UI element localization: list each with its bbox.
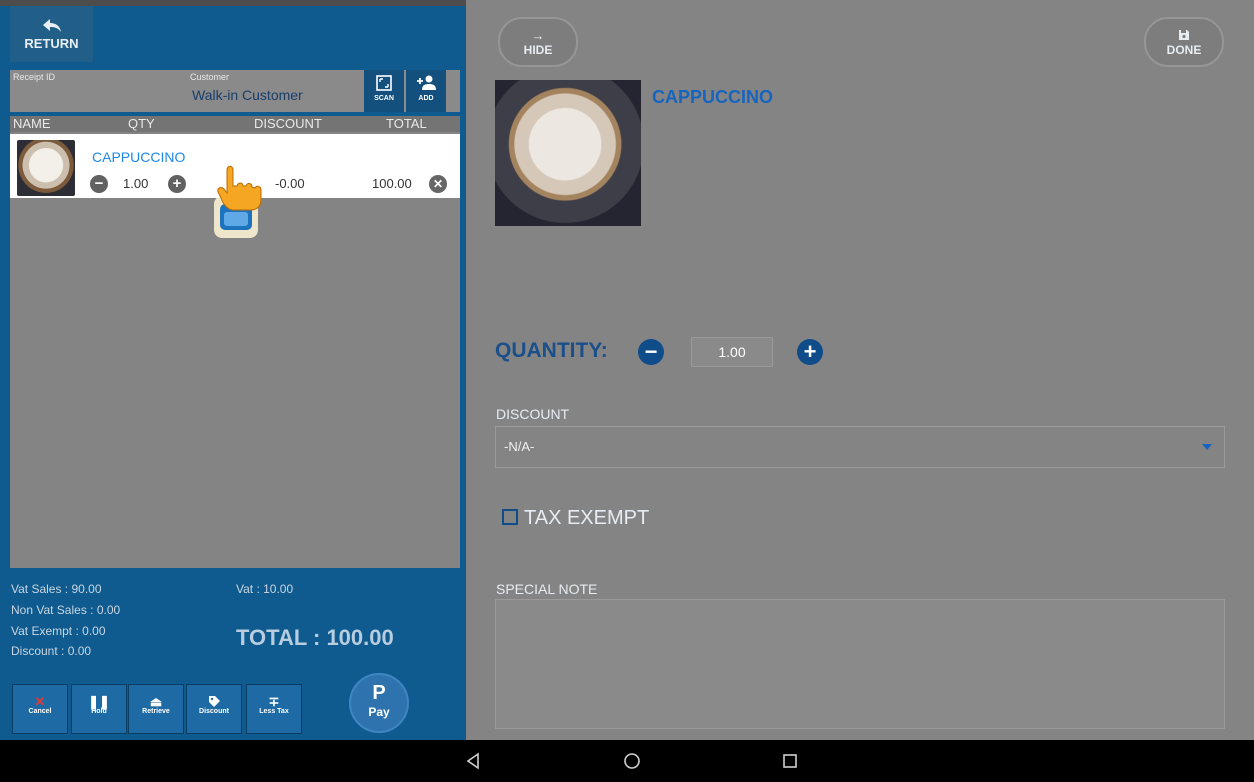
- scan-button[interactable]: SCAN: [364, 70, 404, 112]
- column-qty: QTY: [128, 116, 155, 131]
- arrow-back-icon: [42, 19, 61, 32]
- return-button[interactable]: RETURN: [10, 6, 93, 62]
- grand-total: TOTAL : 100.00: [236, 625, 394, 650]
- cancel-button[interactable]: ✕ Cancel: [12, 684, 68, 734]
- cancel-label: Cancel: [28, 708, 52, 715]
- totals-summary: Vat Sales : 90.00 Non Vat Sales : 0.00 V…: [0, 575, 466, 665]
- product-image: [495, 80, 641, 226]
- pause-icon: ❚❚: [88, 694, 110, 709]
- discount-dropdown[interactable]: -N/A-: [495, 426, 1225, 468]
- column-discount: DISCOUNT: [254, 116, 322, 131]
- strikethrough-icon: ∓: [268, 694, 280, 709]
- discount-label: Discount: [199, 708, 229, 715]
- discount-total: Discount : 0.00: [11, 644, 92, 658]
- vat-amount: Vat : 10.00: [236, 582, 294, 596]
- less-tax-button[interactable]: ∓ Less Tax: [246, 684, 302, 734]
- column-total: TOTAL: [386, 116, 427, 131]
- dropdown-caret-icon: [1202, 444, 1212, 450]
- arrow-right-icon: →: [531, 28, 545, 43]
- item-detail-panel: → HIDE DONE CAPPUCCINO QUANTITY: − + DIS…: [466, 0, 1254, 740]
- quantity-decrease-icon[interactable]: −: [638, 339, 664, 365]
- customer-name[interactable]: Walk-in Customer: [192, 87, 303, 103]
- customer-bar: Receipt ID Customer Walk-in Customer SCA…: [10, 70, 460, 112]
- eject-icon: ⏏: [149, 694, 163, 709]
- decrease-qty-icon[interactable]: −: [90, 175, 108, 193]
- item-qty: 1.00: [123, 176, 149, 191]
- hold-button[interactable]: ❚❚ Hold: [71, 684, 127, 734]
- system-nav-bar: [0, 740, 1254, 782]
- product-title: CAPPUCCINO: [652, 87, 774, 107]
- special-note-label: SPECIAL NOTE: [496, 581, 598, 597]
- order-table-header: NAME QTY DISCOUNT TOTAL: [10, 116, 460, 132]
- retrieve-button[interactable]: ⏏ Retrieve: [128, 684, 184, 734]
- hold-label: Hold: [91, 708, 107, 715]
- save-disk-icon: [1179, 30, 1189, 40]
- increase-qty-icon[interactable]: +: [168, 175, 186, 193]
- return-label: RETURN: [24, 36, 79, 51]
- retrieve-label: Retrieve: [142, 708, 170, 715]
- receipt-id-label: Receipt ID: [13, 72, 56, 82]
- less-tax-label: Less Tax: [259, 708, 289, 715]
- add-label: ADD: [418, 95, 434, 102]
- remove-item-icon[interactable]: ✕: [429, 175, 447, 193]
- nav-recent-apps-icon[interactable]: [779, 750, 801, 772]
- customer-label: Customer: [190, 72, 230, 82]
- tag-icon: [208, 696, 220, 707]
- scan-frame-icon: [376, 75, 392, 91]
- non-vat-sales: Non Vat Sales : 0.00: [11, 603, 121, 617]
- pay-button[interactable]: P Pay: [349, 673, 409, 733]
- add-person-icon: [417, 75, 436, 90]
- quantity-increase-icon[interactable]: +: [797, 339, 823, 365]
- checkbox-icon[interactable]: [502, 509, 518, 525]
- item-thumbnail: [17, 140, 75, 196]
- add-customer-button[interactable]: ADD: [406, 70, 446, 112]
- quantity-input[interactable]: [691, 337, 773, 367]
- vat-sales: Vat Sales : 90.00: [11, 582, 102, 596]
- item-name: CAPPUCCINO: [92, 149, 186, 165]
- tax-exempt-label: TAX EXEMPT: [524, 507, 650, 529]
- discount-label: DISCOUNT: [496, 406, 570, 422]
- discount-button[interactable]: Discount: [186, 684, 242, 734]
- tax-exempt-checkbox[interactable]: TAX EXEMPT: [502, 507, 649, 530]
- nav-back-icon[interactable]: [463, 750, 485, 772]
- quantity-label: QUANTITY:: [495, 339, 608, 362]
- special-note-field[interactable]: [495, 599, 1225, 729]
- scan-label: SCAN: [374, 95, 394, 102]
- pay-label: Pay: [368, 705, 390, 719]
- nav-home-icon[interactable]: [621, 750, 643, 772]
- item-total: 100.00: [372, 176, 412, 191]
- done-label: DONE: [1166, 43, 1202, 57]
- vat-exempt: Vat Exempt : 0.00: [11, 624, 106, 638]
- tap-hint-hand-icon: [214, 165, 262, 238]
- item-discount: -0.00: [275, 176, 305, 191]
- discount-selected-value: -N/A-: [504, 439, 535, 454]
- column-name: NAME: [13, 116, 51, 131]
- app-screen: RETURN Receipt ID Customer Walk-in Custo…: [0, 0, 1254, 740]
- done-button[interactable]: DONE: [1144, 17, 1224, 67]
- close-icon: ✕: [34, 694, 46, 709]
- pay-symbol: P: [372, 682, 386, 704]
- order-panel: RETURN Receipt ID Customer Walk-in Custo…: [0, 0, 466, 740]
- hide-label: HIDE: [523, 43, 553, 57]
- hide-button[interactable]: → HIDE: [498, 17, 578, 67]
